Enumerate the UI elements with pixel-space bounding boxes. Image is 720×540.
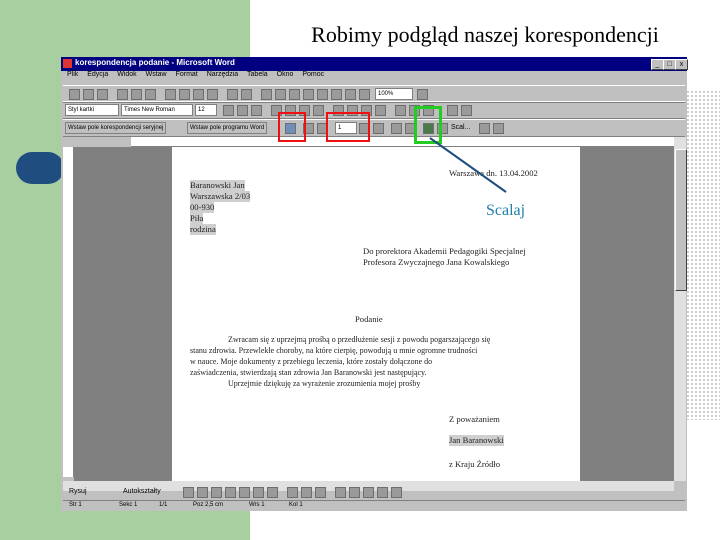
callout-label: Scalaj — [486, 202, 526, 219]
callout-arrow — [429, 137, 507, 193]
